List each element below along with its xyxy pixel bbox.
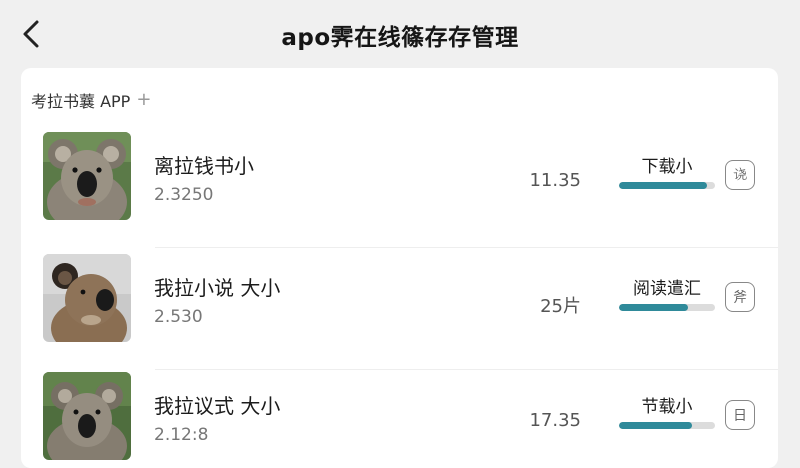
- divider: [155, 247, 778, 248]
- app-storage-card: 考拉书蘘 APP + 离拉钱书小 2.3250 11.35 下载小 𫍢 我拉小说…: [21, 68, 778, 468]
- app-version: 2.3250: [154, 185, 214, 205]
- app-row[interactable]: 我拉小说 大小 2.530 25⽚ 阅读遣汇 斧: [21, 254, 778, 370]
- app-size: 11.35: [529, 170, 581, 191]
- app-action-button[interactable]: 日: [725, 400, 755, 430]
- section-header: 考拉书蘘 APP +: [31, 88, 151, 112]
- progress-bar: [619, 304, 715, 311]
- progress-fill: [619, 304, 689, 311]
- app-version: 2.12:8: [154, 425, 209, 445]
- section-title: 考拉书蘘 APP: [31, 92, 131, 111]
- app-size: 25⽚: [540, 296, 581, 317]
- add-icon[interactable]: +: [136, 91, 151, 109]
- app-name: 我拉小说 大小: [154, 276, 281, 300]
- divider: [155, 369, 778, 370]
- progress-bar: [619, 422, 715, 429]
- progress-bar: [619, 182, 715, 189]
- status-label: 下载小: [641, 157, 693, 177]
- page-title: apo霁在线篠存存管理: [281, 25, 519, 51]
- app-name: 离拉钱书小: [154, 154, 254, 178]
- app-thumbnail-koala: [43, 132, 131, 220]
- progress-fill: [619, 182, 708, 189]
- app-size: 17.35: [529, 410, 581, 431]
- status-label: 阅读遣汇: [633, 279, 701, 299]
- app-thumbnail-koala: [43, 372, 131, 460]
- app-row[interactable]: 我拉议式 大小 2.12:8 17.35 节载小 日: [21, 372, 778, 468]
- top-bar: apo霁在线篠存存管理: [0, 0, 800, 66]
- status-label: 节载小: [641, 397, 693, 417]
- app-action-button[interactable]: 斧: [725, 282, 755, 312]
- app-thumbnail-koala: [43, 254, 131, 342]
- app-name: 我拉议式 大小: [154, 394, 281, 418]
- app-action-button[interactable]: 𫍢: [725, 160, 755, 190]
- progress-fill: [619, 422, 692, 429]
- app-version: 2.530: [154, 307, 203, 327]
- app-row[interactable]: 离拉钱书小 2.3250 11.35 下载小 𫍢: [21, 132, 778, 248]
